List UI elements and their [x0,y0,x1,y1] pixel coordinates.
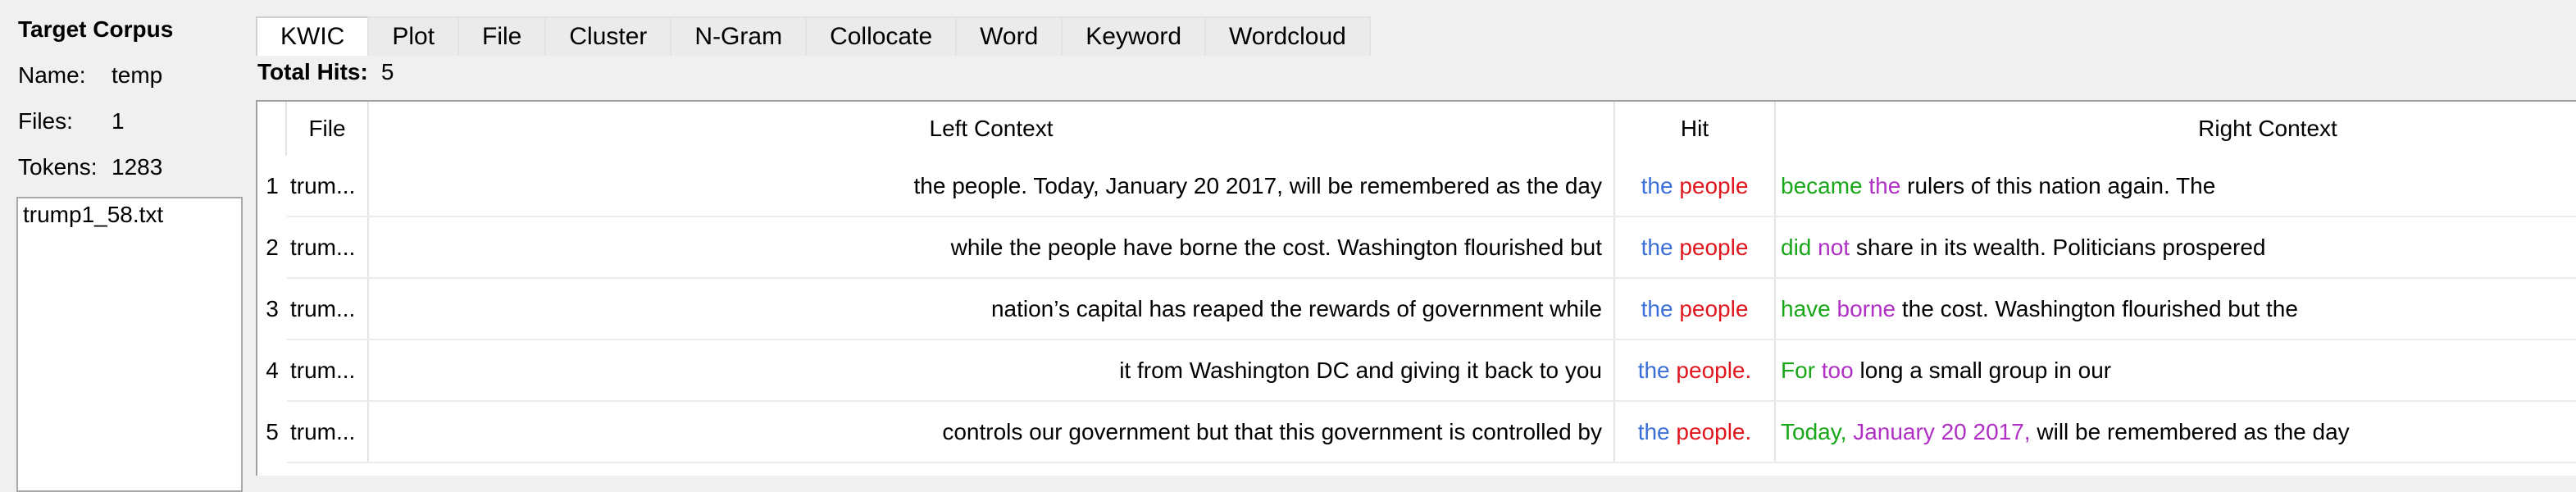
hit-cell[interactable]: the people. [1615,402,1776,462]
left-context-cell[interactable]: nation’s capital has reaped the rewards … [369,279,1615,339]
hit-word: people. [1676,358,1752,383]
hit-word: people. [1676,419,1752,444]
files-label: Files: [18,108,73,134]
kwic-results-table[interactable]: File Left Context Hit Right Context 1 tr… [256,100,2576,476]
tab-wordcloud[interactable]: Wordcloud [1204,16,1371,56]
file-list-item[interactable]: trump1_58.txt [23,202,236,228]
right-context-cell[interactable]: became the rulers of this nation again. … [1776,156,2576,216]
total-hits: Total Hits: 5 [257,59,394,85]
left-context-cell[interactable]: while the people have borne the cost. Wa… [369,217,1615,277]
hit-word: the [1641,173,1673,198]
tab-keyword[interactable]: Keyword [1061,16,1206,56]
right-context-cell[interactable]: Today, January 20 2017, will be remember… [1776,402,2576,462]
corpus-tokens-row: Tokens: 1283 [18,154,162,180]
right-context-cell[interactable]: did not share in its wealth. Politicians… [1776,217,2576,277]
corpus-title: Target Corpus [18,16,174,42]
table-row[interactable]: trum... the people. Today, January 20 20… [287,156,2576,217]
tab-kwic[interactable]: KWIC [256,16,370,56]
file-cell[interactable]: trum... [287,217,369,277]
hit-word: people [1679,296,1749,321]
right-context-cell[interactable]: have borne the cost. Washington flourish… [1776,279,2576,339]
tokens-label: Tokens: [18,154,98,180]
row-number: 1 [266,173,279,198]
right-word: too [1821,358,1854,383]
right-word: became [1781,173,1863,198]
header-file[interactable]: File [287,102,369,156]
tab-n-gram[interactable]: N-Gram [670,16,808,56]
header-right-context[interactable]: Right Context [1776,102,2576,156]
tab-cluster[interactable]: Cluster [544,16,672,56]
table-row[interactable]: trum... controls our government but that… [287,402,2576,463]
header-hit[interactable]: Hit [1615,102,1776,156]
right-context-rest: rulers of this nation again. The [1907,173,2216,198]
right-word: borne [1836,296,1896,321]
total-hits-value: 5 [380,59,394,84]
right-context-rest: share in its wealth. Politicians prosper… [1855,235,2266,260]
hit-cell[interactable]: the people [1615,217,1776,277]
hit-cell[interactable]: the people. [1615,340,1776,400]
hit-word: people [1679,235,1749,260]
name-label: Name: [18,62,86,88]
corpus-files-row: Files: 1 [18,108,125,134]
files-value: 1 [112,108,125,134]
right-context-cell[interactable]: For too long a small group in our [1776,340,2576,400]
corpus-file-list[interactable]: trump1_58.txt [16,197,243,492]
row-number: 3 [266,296,279,321]
hit-word: the [1641,235,1673,260]
file-cell[interactable]: trum... [287,279,369,339]
right-word: not [1818,235,1850,260]
table-row[interactable]: trum... nation’s capital has reaped the … [287,279,2576,340]
total-hits-label: Total Hits: [257,59,368,84]
tab-word[interactable]: Word [955,16,1063,56]
tab-file[interactable]: File [457,16,547,56]
right-word: have [1781,296,1831,321]
tokens-value: 1283 [112,154,163,180]
tab-collocate[interactable]: Collocate [805,16,958,56]
file-cell[interactable]: trum... [287,402,369,462]
tool-tabs: KWIC Plot File Cluster N-Gram Collocate … [256,16,1371,56]
tab-plot[interactable]: Plot [367,16,460,56]
table-row[interactable]: trum... while the people have borne the … [287,217,2576,279]
right-context-rest: the cost. Washington flourished but the [1901,296,2298,321]
right-word: the [1868,173,1901,198]
hit-word: the [1641,296,1673,321]
row-number: 5 [266,419,279,444]
right-word: Today, [1781,419,1847,444]
header-left-context[interactable]: Left Context [369,102,1615,156]
left-context-cell[interactable]: controls our government but that this go… [369,402,1615,462]
hit-word: people [1679,173,1749,198]
row-number-header [257,102,287,156]
file-cell[interactable]: trum... [287,156,369,216]
right-word: January 20 2017, [1853,419,2031,444]
hit-word: the [1637,419,1670,444]
right-word: For [1781,358,1815,383]
left-context-cell[interactable]: it from Washington DC and giving it back… [369,340,1615,400]
name-value: temp [112,62,163,88]
hit-word: the [1637,358,1670,383]
table-row[interactable]: trum... it from Washington DC and giving… [287,340,2576,402]
file-cell[interactable]: trum... [287,340,369,400]
right-context-rest: long a small group in our [1859,358,2112,383]
hit-cell[interactable]: the people [1615,279,1776,339]
left-context-cell[interactable]: the people. Today, January 20 2017, will… [369,156,1615,216]
row-number: 2 [266,235,279,260]
hit-cell[interactable]: the people [1615,156,1776,216]
target-corpus-panel: Target Corpus Name: temp Files: 1 Tokens: 1… [0,0,254,492]
right-word: did [1781,235,1812,260]
corpus-name-row: Name: temp [18,62,162,89]
right-context-rest: will be remembered as the day [2037,419,2350,444]
row-number: 4 [266,358,279,383]
